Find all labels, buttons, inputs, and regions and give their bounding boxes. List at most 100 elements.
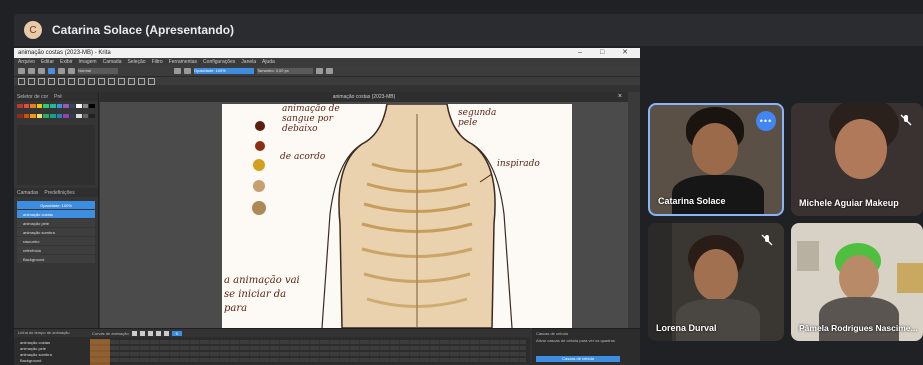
menu-window[interactable]: Janela <box>241 59 256 65</box>
gradient-icon[interactable] <box>48 68 55 74</box>
menu-layer[interactable]: Camada <box>103 59 122 65</box>
krita-window: animação costas (2023-MB) - Krita – □ ✕ … <box>14 48 640 365</box>
move-tool-icon[interactable] <box>98 77 105 85</box>
more-options-button[interactable]: ••• <box>756 111 776 131</box>
save-icon[interactable] <box>38 68 45 74</box>
color-preview <box>17 125 95 185</box>
opacity-slider[interactable]: Opacidade: 100% <box>194 68 254 74</box>
participant-tile-speaking[interactable]: ••• Catarina Solace <box>648 103 784 216</box>
first-frame-icon[interactable] <box>131 330 137 336</box>
layer-row[interactable]: Background <box>17 255 95 263</box>
select-tool-icon[interactable] <box>18 77 25 85</box>
participant-name: Pâmela Rodrigues Nascime... <box>799 323 918 333</box>
onion-text: Ativar cascas de cebola para ver os quad… <box>536 338 615 343</box>
gradient-tool-icon[interactable] <box>118 77 125 85</box>
prev-frame-icon[interactable] <box>139 330 145 336</box>
size-slider[interactable]: Tamanho: 3,00 px <box>257 68 313 74</box>
participant-tile[interactable]: Pâmela Rodrigues Nascime... <box>791 223 923 341</box>
onion-skin-docker: Cascas de cebola Ativar cascas de cebola… <box>532 328 640 365</box>
transform-tool-icon[interactable] <box>88 77 95 85</box>
annotation-text: animação de sangue por debaixo <box>282 104 340 134</box>
annotation-text: inspirado <box>497 159 540 169</box>
mirror-icon[interactable] <box>316 68 323 74</box>
participant-body <box>819 297 899 341</box>
mic-off-icon <box>900 114 912 126</box>
timeline-subtitle: Curvas de animação <box>92 330 129 336</box>
menu-view[interactable]: Exibir <box>60 59 73 65</box>
participant-name: Catarina Solace <box>658 196 726 206</box>
line-tool-icon[interactable] <box>48 77 55 85</box>
menu-settings[interactable]: Configurações <box>203 59 235 65</box>
window-controls[interactable]: – □ ✕ <box>578 48 636 56</box>
layer-row[interactable]: rascunho <box>17 237 95 245</box>
participant-tile[interactable]: Lorena Durval <box>648 223 784 341</box>
participant-body <box>676 299 760 341</box>
participant-name: Michele Aguiar Makeup <box>799 198 899 208</box>
blend-mode-select[interactable]: Normal <box>78 68 118 74</box>
polygon-tool-icon[interactable] <box>78 77 85 85</box>
menu-help[interactable]: Ajuda <box>262 59 275 65</box>
participant-face <box>694 249 738 301</box>
document-tab[interactable]: animação costas (2023-MB) × <box>100 92 628 102</box>
menu-image[interactable]: Imagem <box>79 59 97 65</box>
zoom-tool-icon[interactable] <box>138 77 145 85</box>
timeline-row-label: animação costas <box>20 339 51 345</box>
layer-row[interactable]: animação costas <box>17 210 95 218</box>
color-palette[interactable] <box>17 104 95 122</box>
eraser-icon[interactable] <box>174 68 181 74</box>
left-docker: Seletor de cor Pré Camadas Predefinições… <box>14 92 99 328</box>
participant-name: Lorena Durval <box>656 323 717 333</box>
close-document-icon[interactable]: × <box>618 92 622 102</box>
onion-skin-button[interactable]: Cascas de cebola <box>536 356 620 362</box>
brush-preset-icon[interactable] <box>68 68 75 74</box>
layer-row[interactable]: animação pele <box>17 219 95 227</box>
canvas-area[interactable]: animação costas (2023-MB) × animação de … <box>100 92 628 328</box>
participant-face <box>835 119 887 179</box>
menu-file[interactable]: Arquivo <box>18 59 35 65</box>
next-frame-icon[interactable] <box>155 330 161 336</box>
onion-title: Cascas de cebola <box>536 331 568 336</box>
presenting-title: Catarina Solace (Apresentando) <box>52 23 235 37</box>
layer-row[interactable]: animação sombra <box>17 228 95 236</box>
layer-row[interactable]: referência <box>17 246 95 254</box>
timeline-row-label: animação sombra <box>20 351 52 357</box>
open-file-icon[interactable] <box>28 68 35 74</box>
pattern-icon[interactable] <box>58 68 65 74</box>
new-file-icon[interactable] <box>18 68 25 74</box>
frame-field[interactable]: 0 <box>171 330 182 336</box>
play-icon[interactable] <box>147 330 153 336</box>
annotation-text: a animação vai se iniciar da para <box>224 275 300 314</box>
tab-layers[interactable]: Camadas <box>17 190 38 196</box>
pan-tool-icon[interactable] <box>148 77 155 85</box>
tab-color-selector[interactable]: Seletor de cor <box>17 94 48 100</box>
menu-filter[interactable]: Filtro <box>152 59 163 65</box>
brush-tool-icon[interactable] <box>38 77 45 85</box>
text-tool-icon[interactable] <box>28 77 35 85</box>
fill-tool-icon[interactable] <box>108 77 115 85</box>
drawing-canvas[interactable]: animação de sangue por debaixo de acordo… <box>222 104 572 328</box>
krita-toolbox <box>14 77 640 85</box>
wrap-icon[interactable] <box>326 68 333 74</box>
ellipse-tool-icon[interactable] <box>68 77 75 85</box>
tab-presets[interactable]: Pré <box>54 94 62 100</box>
current-frame-highlight[interactable] <box>90 339 110 365</box>
presenting-banner: C Catarina Solace (Apresentando) <box>14 14 923 46</box>
menu-edit[interactable]: Editar <box>41 59 54 65</box>
menu-select[interactable]: Seleção <box>128 59 146 65</box>
rect-tool-icon[interactable] <box>58 77 65 85</box>
timeline-row-label: Background <box>20 357 42 363</box>
timeline-title: Linha do tempo de animação <box>18 330 70 335</box>
right-scrollbar[interactable] <box>628 92 640 328</box>
document-title: animação costas (2023-MB) <box>332 94 396 100</box>
alpha-lock-icon[interactable] <box>184 68 191 74</box>
menu-tools[interactable]: Ferramentas <box>169 59 197 65</box>
wall-frame <box>897 263 923 293</box>
meet-top-area: C Catarina Solace (Apresentando) <box>0 0 923 46</box>
last-frame-icon[interactable] <box>163 330 169 336</box>
timeline-row-label: animação pele <box>20 345 47 351</box>
tab-brush-presets[interactable]: Predefinições <box>44 190 74 196</box>
layer-opacity[interactable]: Opacidade: 100% <box>17 201 95 209</box>
picker-tool-icon[interactable] <box>128 77 135 85</box>
krita-titlebar: animação costas (2023-MB) - Krita – □ ✕ <box>14 48 640 58</box>
participant-tile[interactable]: Michele Aguiar Makeup <box>791 103 923 216</box>
